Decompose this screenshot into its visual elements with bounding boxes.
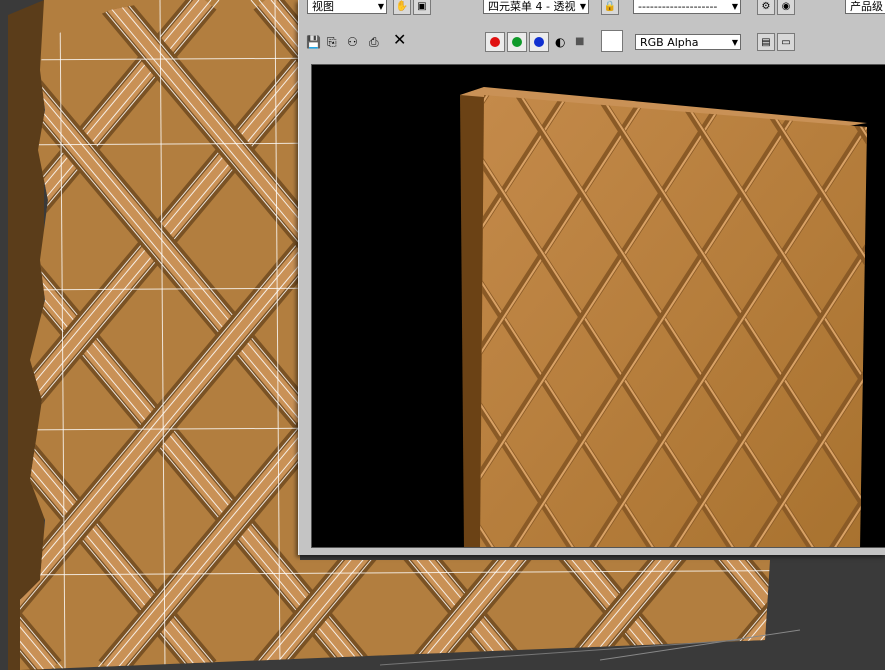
print-icon[interactable]: ⎙: [369, 34, 379, 50]
channel-dropdown-label: RGB Alpha: [640, 36, 699, 49]
render-groove-highlight: [312, 85, 414, 548]
lock-icon[interactable]: 🔒: [601, 0, 619, 15]
mono-icon[interactable]: ■: [575, 34, 584, 50]
viewport-dropdown[interactable]: 四元菜单 4 - 透视 ▼: [483, 0, 589, 14]
render-teapot-icon[interactable]: ◉: [777, 0, 795, 15]
copy-icon[interactable]: ⎘: [327, 34, 337, 50]
chevron-down-icon: ▼: [377, 2, 384, 11]
preset-dropdown-label: --------------------: [638, 0, 718, 13]
render-groove-highlight: [312, 85, 414, 548]
toggle-ui-icon[interactable]: ▤: [757, 33, 775, 51]
view-dropdown-label: 视图: [312, 0, 334, 13]
green-dot-icon: [512, 37, 522, 47]
render-groove: [312, 85, 332, 548]
render-groove: [312, 85, 332, 548]
blue-dot-icon: [534, 37, 544, 47]
view-dropdown[interactable]: 视图 ▼: [307, 0, 387, 14]
green-channel-button[interactable]: [507, 32, 527, 52]
chevron-down-icon: ▼: [731, 38, 738, 47]
product-level-label: 产品级: [850, 0, 883, 13]
frame-toolbar-top: 视图 ▼ ✋ ▣ 四元菜单 4 - 透视 ▼ 🔒 -----------------…: [299, 0, 885, 30]
render-tile-side: [460, 87, 484, 547]
red-channel-button[interactable]: [485, 32, 505, 52]
render-setup-icon[interactable]: ⚙: [757, 0, 775, 15]
blue-channel-button[interactable]: [529, 32, 549, 52]
render-output-area: [311, 64, 885, 548]
viewport-dropdown-label: 四元菜单 4 - 透视: [488, 0, 576, 13]
render-tile-face: [480, 95, 867, 547]
preset-dropdown[interactable]: -------------------- ▼: [633, 0, 741, 14]
save-icon[interactable]: 💾: [306, 34, 321, 50]
clone-icon[interactable]: ⚇: [347, 34, 358, 50]
chevron-down-icon: ▼: [579, 2, 586, 11]
render-groove: [312, 85, 412, 548]
product-level-dropdown[interactable]: 产品级: [845, 0, 885, 14]
alpha-channel-icon[interactable]: ◐: [555, 34, 565, 50]
channel-dropdown[interactable]: RGB Alpha ▼: [635, 34, 741, 50]
red-dot-icon: [490, 37, 500, 47]
rendered-tile-image: [312, 85, 867, 548]
rendered-frame-window: 视图 ▼ ✋ ▣ 四元菜单 4 - 透视 ▼ 🔒 -----------------…: [298, 0, 885, 555]
hand-icon[interactable]: ✋: [393, 0, 411, 15]
render-groove: [312, 85, 412, 548]
clear-icon[interactable]: ✕: [393, 32, 406, 48]
render-groove-highlight: [312, 85, 334, 548]
render-groove-highlight: [312, 85, 334, 548]
color-swatch[interactable]: [601, 30, 623, 52]
window-icon[interactable]: ▣: [413, 0, 431, 15]
chevron-down-icon: ▼: [731, 2, 738, 11]
display-icon[interactable]: ▭: [777, 33, 795, 51]
